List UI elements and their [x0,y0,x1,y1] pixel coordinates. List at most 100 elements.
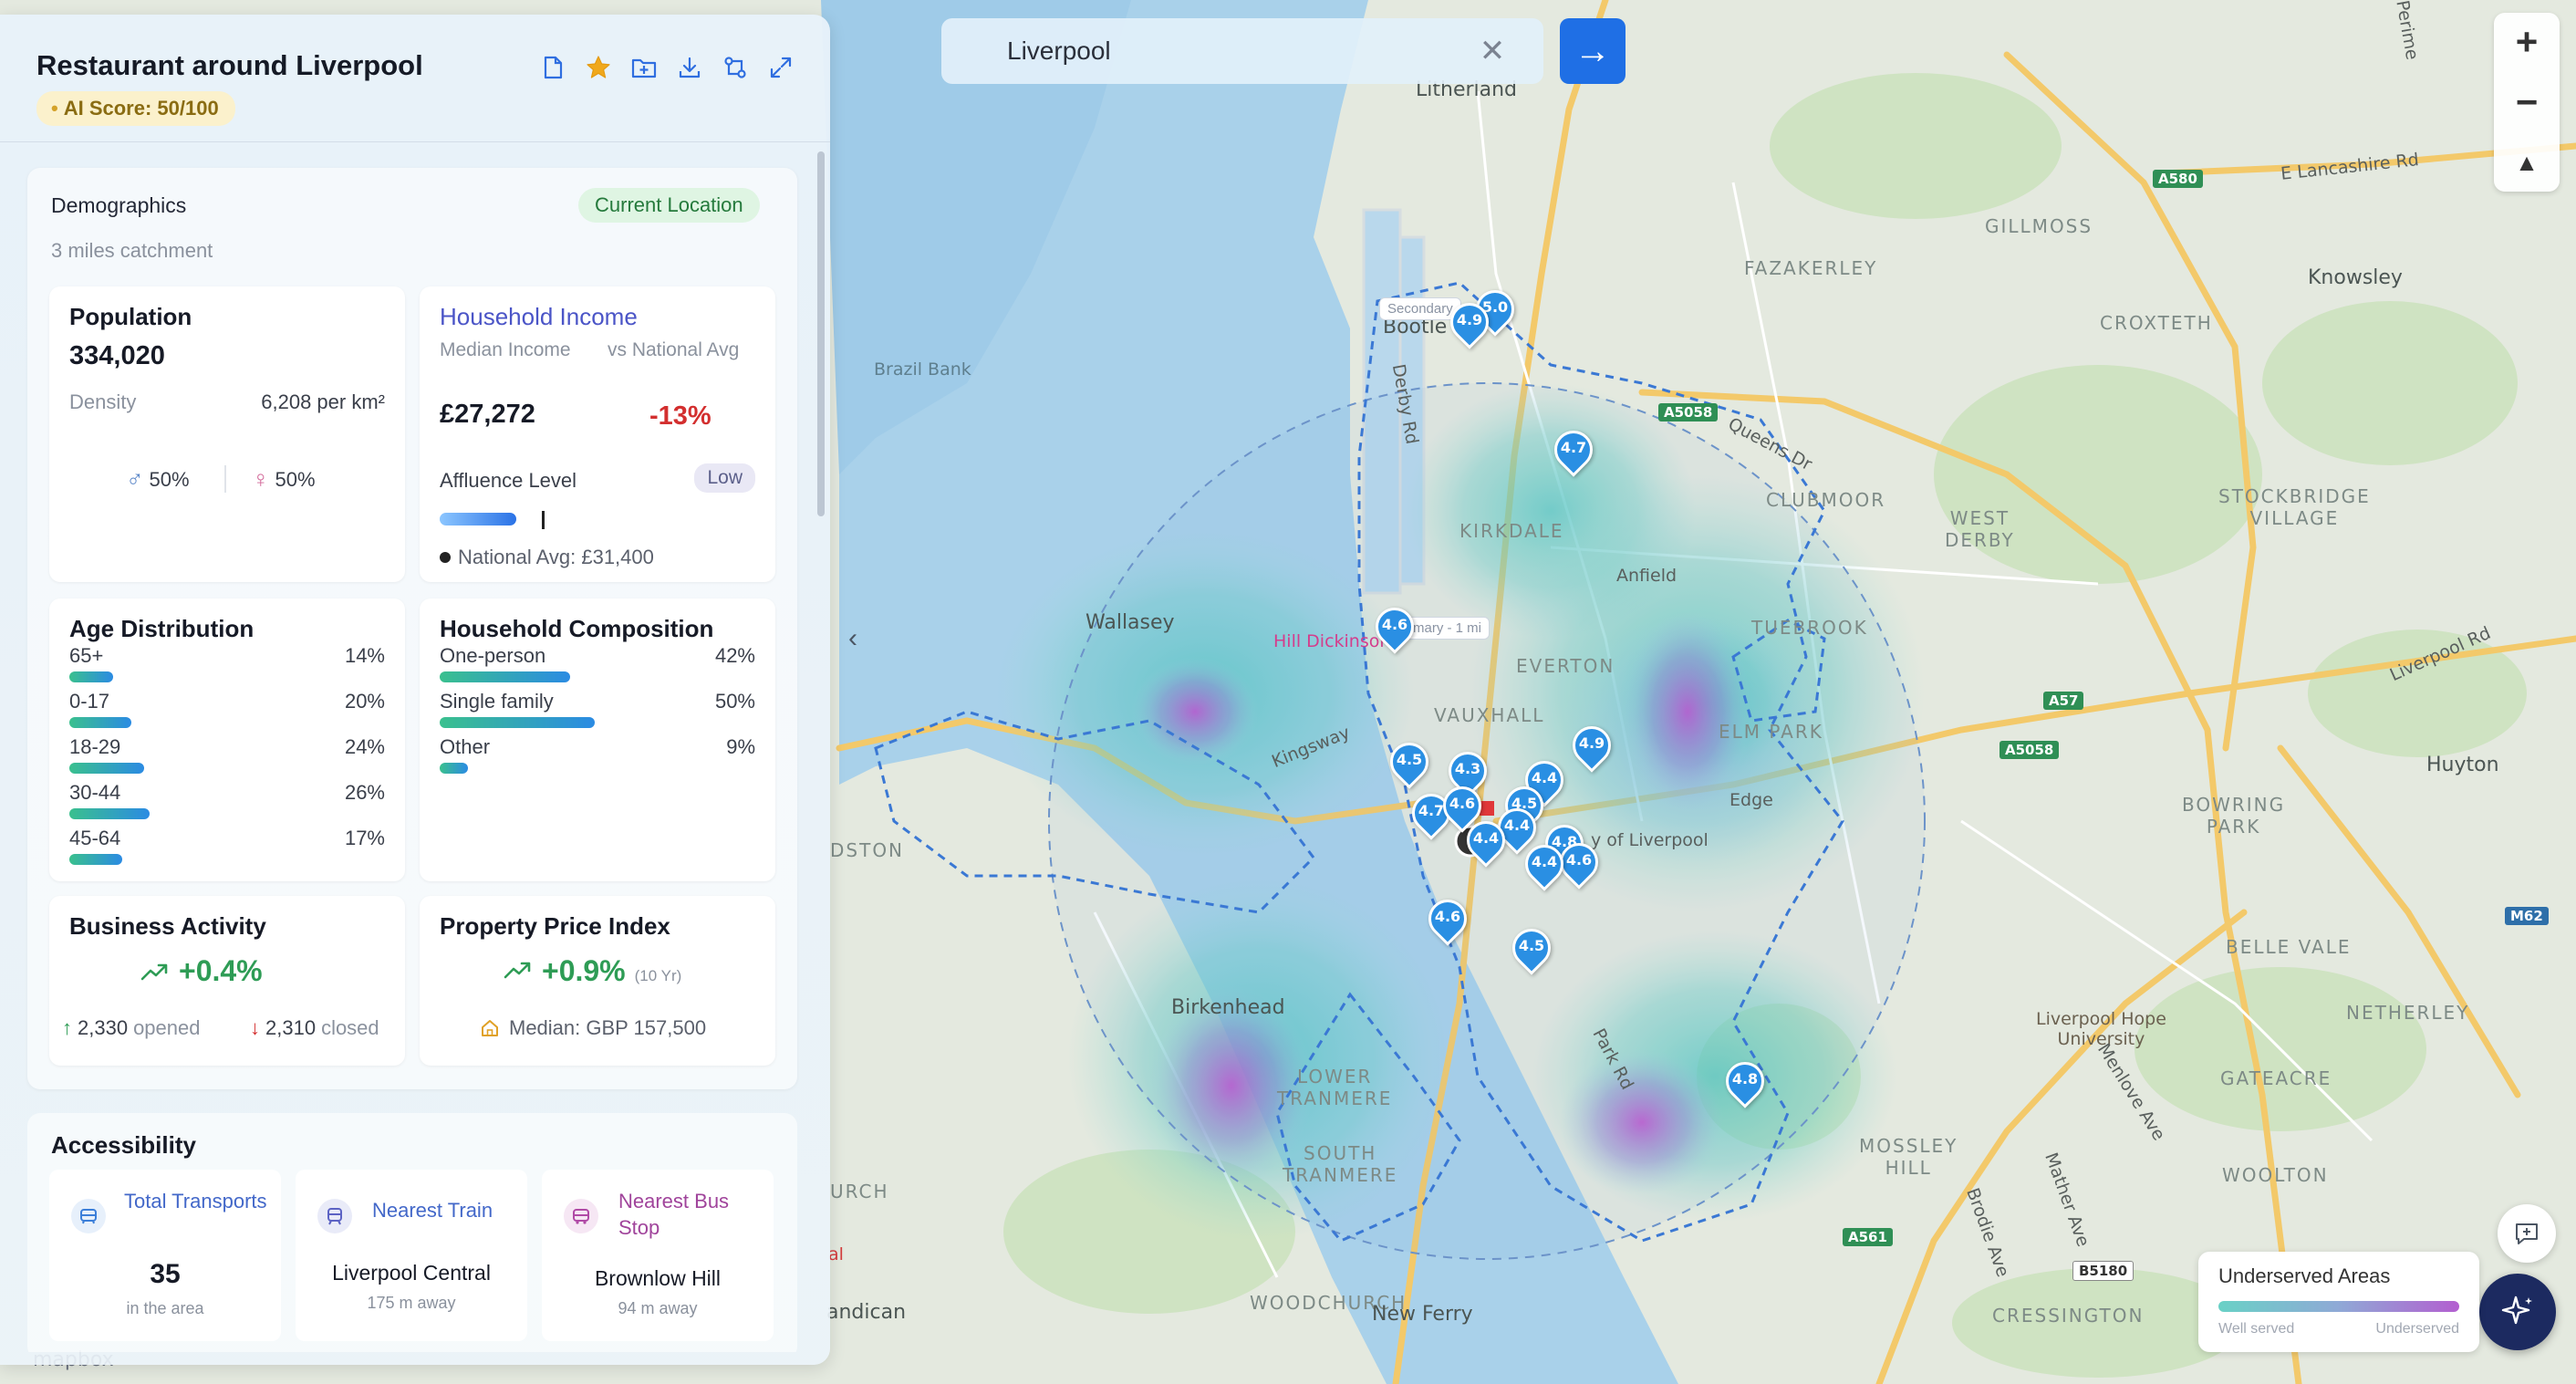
underserved-legend: Underserved Areas Well served Underserve… [2198,1252,2479,1352]
restaurant-pin[interactable]: 4.6 [1420,891,1475,946]
bar-row-percent: 50% [714,690,755,713]
closed-label: closed [321,1016,379,1039]
add-to-folder-button[interactable] [626,49,662,86]
median-income-label: Median Income [440,339,571,360]
bar-row-fill [69,671,113,682]
document-button[interactable] [535,49,571,86]
affluence-label: Affluence Level [440,469,577,492]
restaurant-pin[interactable]: 4.8 [1718,1054,1772,1108]
gender-divider [224,465,226,493]
map-label-stockbridge: STOCKBRIDGE VILLAGE [2218,485,2371,529]
household-income-card: Household Income Median Income vs Nation… [420,286,775,582]
ai-assistant-button[interactable] [2479,1274,2556,1350]
bar-row-track [69,808,379,819]
map-label-vauxhall: VAUXHALL [1434,704,1545,726]
map-label-gateacre: GATEACRE [2220,1067,2332,1089]
catchment-label: 3 miles catchment [51,239,213,262]
road-shield-a580: A580 [2153,170,2203,188]
population-title: Population [69,303,192,330]
star-icon [587,56,610,78]
male-pct: 50% [149,467,190,491]
arrow-up-icon: ↑ [62,1016,72,1039]
trend-up-icon [140,963,168,980]
bar-row-label: 45-64 [69,827,121,849]
restaurant-pin[interactable]: 4.5 [1504,921,1559,975]
male-share: ♂ 50% [126,465,190,494]
map-label-edge: Edge [1729,790,1773,810]
ai-score-text: AI Score: 50/100 [63,97,219,120]
map-label-new-ferry: New Ferry [1372,1303,1473,1326]
map-label-anfield: Anfield [1616,566,1678,586]
clear-search-icon[interactable]: ✕ [1474,33,1511,69]
analysis-panel: Restaurant around Liverpool • AI Score: 5… [0,15,830,1365]
bar-row-percent: 42% [714,644,755,667]
bar-row-label: 65+ [69,644,104,667]
compare-icon [724,57,746,78]
road-shield-b5180: B5180 [2072,1261,2135,1281]
arrow-down-icon: ↓ [250,1016,260,1039]
sparkle-icon [2501,1296,2532,1325]
map-label-huyton: Huyton [2426,754,2499,776]
restaurant-pin[interactable]: 4.7 [1546,422,1601,477]
road-shield-m62: M62 [2505,907,2549,925]
accessibility-title: Accessibility [51,1131,196,1159]
search-input[interactable] [1007,36,1474,66]
property-median-value: Median: GBP 157,500 [509,1016,707,1039]
bar-row-percent: 9% [726,735,755,758]
bar-row-track [440,671,750,682]
collapse-panel-button[interactable]: ‹ [839,620,867,657]
zoom-in-button[interactable]: + [2494,13,2560,71]
nearest-bus-label: Nearest Bus Stop [618,1190,730,1239]
restaurant-pin[interactable]: 4.4 [1459,813,1513,868]
ai-score-badge: • AI Score: 50/100 [36,91,235,126]
panel-title: Restaurant around Liverpool [36,49,423,81]
map-zoom-controls: + − ▲ [2494,13,2560,192]
plus-icon: + [2515,20,2539,63]
nearest-bus-value: Brownlow Hill [594,1266,722,1290]
search-bar: ✕ [941,18,1543,84]
household-composition-title: Household Composition [440,615,714,642]
compare-button[interactable] [717,49,753,86]
map-label-hope-university: Liverpool Hope University [2036,1009,2166,1049]
message-icon [2516,1223,2538,1244]
road-shield-a57: A57 [2043,692,2084,710]
minus-icon: − [2515,80,2539,123]
chevron-left-icon: ‹ [848,623,857,653]
restaurant-pin[interactable]: 4.9 [1442,295,1497,349]
feedback-button[interactable] [2498,1204,2556,1263]
total-transports-label: Total Transports [124,1190,267,1212]
expand-button[interactable] [763,49,799,86]
favorite-button[interactable] [580,49,617,86]
vs-national-value: -13% [649,401,712,431]
reset-bearing-button[interactable]: ▲ [2494,133,2560,192]
restaurant-pin[interactable]: 4.4 [1517,837,1572,891]
bar-row-track [440,763,750,774]
bar-row-percent: 17% [344,827,385,849]
home-icon [482,1020,498,1036]
affluence-badge: Low [694,463,755,493]
restaurant-pin[interactable]: 4.5 [1382,734,1437,789]
legend-title: Underserved Areas [2218,1264,2391,1287]
bar-row-percent: 20% [344,690,385,713]
national-avg: National Avg: £31,400 [440,546,654,569]
total-transports-value: 35 [150,1259,181,1289]
map-label-mossley-hill: MOSSLEY HILL [1859,1135,1958,1179]
download-button[interactable] [671,49,708,86]
restaurant-pin[interactable]: 4.6 [1367,599,1422,654]
female-share: ♀ 50% [252,465,316,494]
business-activity-title: Business Activity [69,912,266,940]
download-icon [679,57,701,78]
legend-low-label: Well served [2218,1321,2295,1337]
businesses-closed: ↓ 2,310 closed [250,1016,379,1040]
map-label-urch: URCH [830,1181,889,1202]
affluence-bar-fill [440,513,516,526]
restaurant-pin[interactable]: 4.6 [1552,835,1606,890]
search-submit-button[interactable]: → [1560,18,1626,84]
opened-value: 2,330 [78,1016,129,1039]
business-change-value: +0.4% [179,954,263,987]
map-label-clubmoor: CLUBMOOR [1766,489,1886,511]
population-card: Population 334,020 Density 6,208 per km²… [49,286,405,582]
zoom-out-button[interactable]: − [2494,73,2560,131]
restaurant-pin[interactable]: 4.9 [1564,718,1619,773]
bar-row-percent: 26% [344,781,385,804]
